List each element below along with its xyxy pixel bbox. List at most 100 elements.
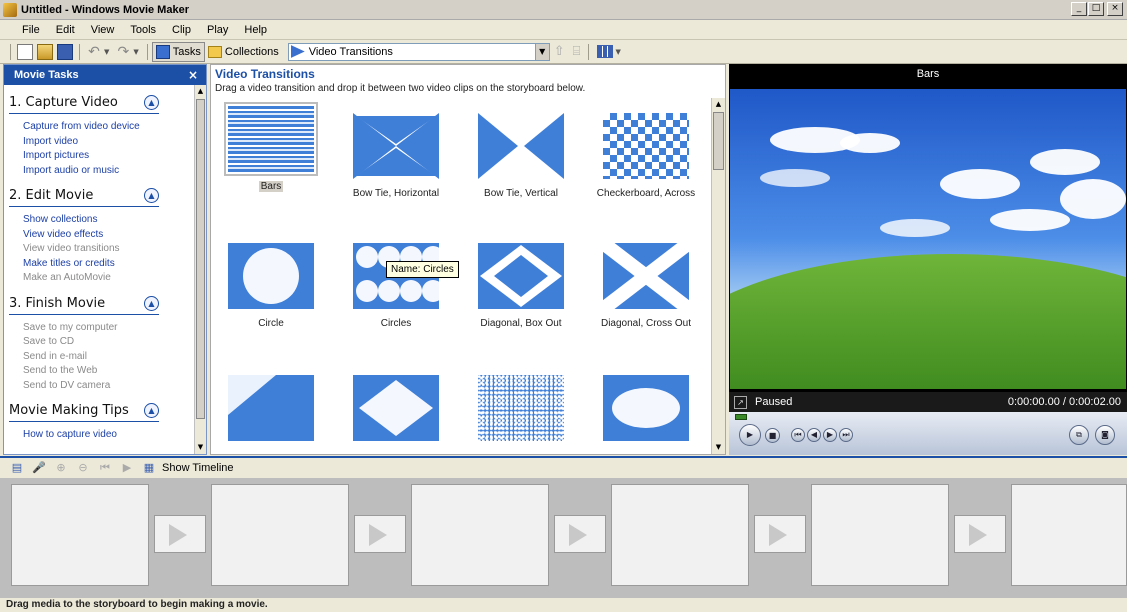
movie-tasks-title: Movie Tasks <box>14 69 79 81</box>
menu-tools[interactable]: Tools <box>122 24 164 36</box>
stop-icon[interactable]: ■ <box>765 428 780 443</box>
menu-help[interactable]: Help <box>236 24 275 36</box>
redo-icon[interactable]: ↷ <box>115 44 131 60</box>
transition-item[interactable] <box>596 375 696 450</box>
transition-item[interactable]: Diagonal, Cross Out <box>596 243 696 329</box>
split-icon[interactable]: ↗ <box>734 395 747 409</box>
tasks-icon <box>155 44 170 59</box>
task-section-title[interactable]: 2. Edit Movie ▲ <box>9 188 159 207</box>
transitions-scrollbar[interactable]: ▲ ▼ <box>711 98 725 454</box>
clip-slot[interactable] <box>211 484 349 586</box>
menu-view[interactable]: View <box>83 24 123 36</box>
task-section-title[interactable]: 1. Capture Video ▲ <box>9 95 159 114</box>
rewind-storyboard-icon[interactable]: ⏮ <box>98 461 112 475</box>
transition-slot[interactable] <box>554 515 606 553</box>
task-section-title[interactable]: Movie Making Tips ▲ <box>9 403 159 422</box>
transition-item[interactable]: Bars <box>221 102 321 192</box>
tasks-scrollbar[interactable]: ▲ ▼ <box>194 85 206 454</box>
toolbar-separator <box>79 43 80 60</box>
next-frame-icon[interactable]: ⏭ <box>839 428 853 442</box>
menu-file[interactable]: File <box>14 24 48 36</box>
collapse-icon[interactable]: ▲ <box>144 95 159 110</box>
minimize-button[interactable]: _ <box>1071 2 1087 16</box>
zoom-out-icon[interactable]: ⊖ <box>76 461 90 475</box>
clip-slot[interactable] <box>411 484 549 586</box>
show-timeline-button[interactable]: Show Timeline <box>162 462 234 474</box>
save-project-icon[interactable] <box>57 43 73 60</box>
transition-item[interactable]: Bow Tie, Horizontal <box>346 113 446 199</box>
close-icon[interactable]: × <box>188 68 198 82</box>
new-collection-icon[interactable]: ⌸ <box>573 44 581 59</box>
undo-dropdown-icon[interactable]: ▼ <box>104 48 109 56</box>
transition-item[interactable]: Bow Tie, Vertical <box>471 113 571 199</box>
menu-edit[interactable]: Edit <box>48 24 83 36</box>
play-icon[interactable]: ▶ <box>739 424 761 446</box>
task-show-collections[interactable]: Show collections <box>23 213 159 228</box>
new-project-icon[interactable] <box>17 43 33 60</box>
scroll-down-icon[interactable]: ▼ <box>712 441 725 454</box>
chevron-down-icon[interactable]: ▼ <box>534 43 549 60</box>
previous-frame-icon[interactable]: ⏮ <box>791 428 805 442</box>
clip-slot[interactable] <box>1011 484 1127 586</box>
collections-button[interactable]: Collections <box>205 42 282 62</box>
transition-item[interactable] <box>346 375 446 450</box>
views-icon[interactable] <box>597 45 614 58</box>
close-button[interactable]: × <box>1107 2 1123 16</box>
clip-slot[interactable] <box>611 484 749 586</box>
transition-slot[interactable] <box>354 515 406 553</box>
scroll-thumb[interactable] <box>713 112 724 170</box>
undo-icon[interactable]: ↶ <box>86 44 102 60</box>
task-section-title[interactable]: 3. Finish Movie ▲ <box>9 295 159 315</box>
task-import-audio[interactable]: Import audio or music <box>23 164 159 179</box>
task-make-titles[interactable]: Make titles or credits <box>23 257 159 272</box>
scroll-thumb[interactable] <box>196 99 205 419</box>
scroll-up-icon[interactable]: ▲ <box>195 85 206 98</box>
open-project-icon[interactable] <box>37 43 53 60</box>
collapse-icon[interactable]: ▲ <box>144 295 159 311</box>
collapse-icon[interactable]: ▲ <box>144 188 159 203</box>
collapse-icon[interactable]: ▲ <box>144 403 159 418</box>
menu-play[interactable]: Play <box>199 24 236 36</box>
transition-slot[interactable] <box>754 515 806 553</box>
forward-icon[interactable]: ▶ <box>823 428 837 442</box>
play-storyboard-icon[interactable]: ▶ <box>120 461 134 475</box>
tasks-button[interactable]: Tasks <box>151 41 205 62</box>
task-save-cd: Save to CD <box>23 336 75 347</box>
camera-icon[interactable]: ◙ <box>1095 425 1115 445</box>
up-level-icon[interactable]: ⇧ <box>554 44 565 59</box>
scroll-up-icon[interactable]: ▲ <box>712 98 725 111</box>
playback-status: Paused <box>755 396 793 408</box>
transition-item[interactable]: Circle <box>221 243 321 329</box>
rewind-icon[interactable]: ◀ <box>807 428 821 442</box>
clip-slot[interactable] <box>811 484 949 586</box>
split-clip-icon[interactable]: ⧉ <box>1069 425 1089 445</box>
clip-slot[interactable] <box>11 484 149 586</box>
collection-select[interactable]: Video Transitions ▼ <box>287 42 550 61</box>
transition-item[interactable] <box>471 375 571 450</box>
panel-title: Video Transitions <box>215 67 315 81</box>
maximize-button[interactable]: □ <box>1088 2 1104 16</box>
seek-slider[interactable] <box>735 414 747 420</box>
zoom-in-icon[interactable]: ⊕ <box>54 461 68 475</box>
scroll-down-icon[interactable]: ▼ <box>195 441 206 454</box>
storyboard-view-icon[interactable]: ▤ <box>10 461 24 475</box>
transition-item[interactable]: Checkerboard, Across <box>596 113 696 199</box>
window-title: Untitled - Windows Movie Maker <box>21 3 189 16</box>
storyboard[interactable] <box>0 478 1127 598</box>
transition-slot[interactable] <box>954 515 1006 553</box>
transition-item[interactable]: Circles <box>346 243 446 329</box>
menu-clip[interactable]: Clip <box>164 24 199 36</box>
transition-item[interactable] <box>221 375 321 450</box>
transition-item[interactable]: Diagonal, Box Out <box>471 243 571 329</box>
task-import-video[interactable]: Import video <box>23 135 159 150</box>
task-capture-video[interactable]: Capture from video device <box>23 120 159 135</box>
task-how-capture[interactable]: How to capture video <box>23 428 159 443</box>
task-view-effects[interactable]: View video effects <box>23 228 159 243</box>
redo-dropdown-icon[interactable]: ▼ <box>133 48 138 56</box>
toolbar-separator <box>10 43 11 60</box>
views-dropdown-icon[interactable]: ▼ <box>615 48 620 56</box>
task-import-pictures[interactable]: Import pictures <box>23 149 159 164</box>
narrate-icon[interactable]: 🎤 <box>32 461 46 475</box>
transition-slot[interactable] <box>154 515 206 553</box>
timeline-icon[interactable]: ▦ <box>142 461 156 475</box>
